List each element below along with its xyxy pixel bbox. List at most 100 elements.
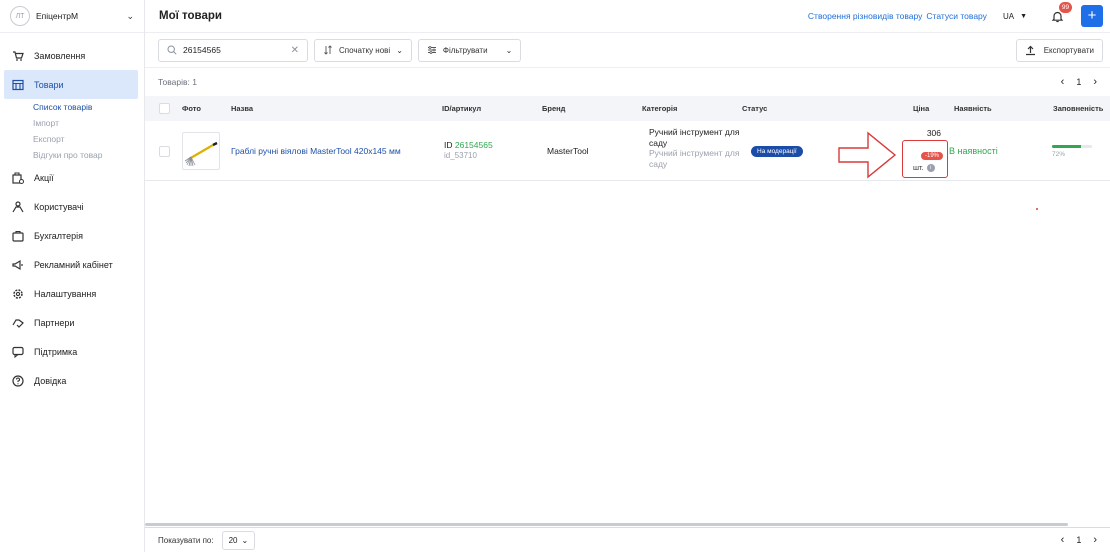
prev-page-icon[interactable]: ‹ — [1061, 534, 1065, 546]
pagination-bottom: ‹ 1 › — [1061, 534, 1097, 546]
chevron-down-icon: ⌄ — [126, 10, 134, 21]
product-id-cell: ID 26154565 id_53710 — [444, 140, 493, 160]
handshake-icon — [12, 317, 24, 329]
highlight-box — [902, 140, 948, 178]
language-selector[interactable]: UA ▼ — [1003, 12, 1027, 21]
column-header-status: Статус — [742, 104, 768, 113]
filter-icon — [427, 46, 436, 54]
clear-search-icon[interactable]: ✕ — [291, 45, 299, 56]
completeness-cell: 72% — [1052, 145, 1092, 158]
notifications-button[interactable]: 99 — [1049, 2, 1072, 24]
column-header-price: Ціна — [913, 104, 930, 113]
sidebar-item-label: Бухгалтерія — [34, 230, 83, 241]
sidebar-item-support[interactable]: Підтримка — [0, 337, 144, 366]
product-photo[interactable] — [182, 132, 220, 170]
sidebar-item-label: Товари — [34, 79, 64, 90]
product-brand: MasterTool — [547, 146, 589, 156]
sidebar-item-orders[interactable]: Замовлення — [0, 41, 144, 70]
status-cell: На модерації — [751, 145, 803, 157]
horizontal-scrollbar[interactable] — [145, 523, 1068, 526]
avatar: ЛТ — [10, 6, 30, 26]
next-page-icon[interactable]: › — [1093, 76, 1097, 88]
table-footer: Показувати по: 20 ⌄ ‹ 1 › — [145, 527, 1110, 552]
select-all-checkbox[interactable] — [159, 103, 170, 114]
column-header-name: Назва — [231, 104, 254, 113]
sidebar: ЛТ ЕпіцентрМ ⌄ Замовлення Товари Список … — [0, 0, 145, 552]
sidebar-item-partners[interactable]: Партнери — [0, 308, 144, 337]
filter-dropdown[interactable]: Фільтрувати ⌄ — [417, 38, 522, 62]
sidebar-item-promotions[interactable]: Акції — [0, 163, 144, 192]
chevron-down-icon: ⌄ — [396, 45, 403, 55]
annotation-arrow — [838, 131, 897, 179]
count-row: Товарів: 1 ‹ 1 › — [145, 68, 1110, 96]
sidebar-item-label: Замовлення — [34, 50, 86, 61]
chevron-down-icon: ⌄ — [241, 535, 249, 545]
link-create-variants[interactable]: Створення різновидів товару — [808, 11, 922, 21]
completeness-text: 72% — [1052, 151, 1066, 158]
company-switcher[interactable]: ЛТ ЕпіцентрМ ⌄ — [0, 0, 144, 33]
sort-label: Спочатку нові — [339, 45, 391, 55]
sidebar-item-label: Налаштування — [34, 288, 97, 299]
caret-down-icon: ▼ — [1020, 12, 1027, 20]
search-box: ✕ — [158, 38, 308, 62]
sidebar-item-label: Довідка — [34, 375, 67, 386]
sidebar-item-help[interactable]: Довідка — [0, 366, 144, 395]
promo-icon — [12, 171, 24, 184]
prev-page-icon[interactable]: ‹ — [1061, 76, 1065, 88]
submenu-product-list[interactable]: Список товарів — [33, 99, 144, 115]
table-header: Фото Назва ID/артикул Бренд Категорія Ст… — [145, 96, 1110, 121]
sidebar-item-label: Користувачі — [34, 201, 84, 212]
page-title: Мої товари — [159, 10, 222, 22]
toolbar: ✕ Спочатку нові ⌄ Фільтрувати ⌄ Експорту… — [145, 33, 1110, 68]
sidebar-item-settings[interactable]: Налаштування — [0, 279, 144, 308]
sidebar-item-ads[interactable]: Рекламний кабінет — [0, 250, 144, 279]
sidebar-nav: Замовлення Товари Список товарів Імпорт … — [0, 41, 144, 395]
table-row[interactable]: Граблі ручні віялові MasterTool 420х145 … — [145, 121, 1110, 181]
pagination-top: ‹ 1 › — [1061, 76, 1097, 88]
product-count: Товарів: 1 — [158, 77, 197, 87]
sidebar-item-label: Підтримка — [34, 346, 78, 357]
stray-dot — [1036, 208, 1038, 210]
sort-icon — [324, 45, 332, 55]
sort-dropdown[interactable]: Спочатку нові ⌄ — [314, 38, 412, 62]
chat-icon — [12, 346, 24, 358]
submenu-reviews[interactable]: Відгуки про товар — [33, 147, 144, 163]
status-badge: На модерації — [751, 146, 803, 157]
search-icon — [167, 45, 177, 55]
column-header-photo: Фото — [182, 104, 201, 113]
products-icon — [12, 79, 24, 91]
column-header-availability: Наявність — [954, 104, 992, 113]
sidebar-item-users[interactable]: Користувачі — [0, 192, 144, 221]
sidebar-item-products[interactable]: Товари — [4, 70, 138, 99]
current-page[interactable]: 1 — [1076, 535, 1081, 545]
cart-icon — [12, 50, 24, 62]
export-button[interactable]: Експортувати — [1015, 38, 1103, 62]
per-page-label: Показувати по: — [158, 535, 214, 545]
search-input[interactable] — [183, 45, 283, 55]
current-page[interactable]: 1 — [1076, 77, 1081, 87]
company-name: ЕпіцентрМ — [36, 11, 79, 21]
column-header-completeness: Заповненість — [1053, 104, 1104, 113]
link-product-statuses[interactable]: Статуси товару — [926, 11, 987, 21]
add-product-button[interactable]: + — [1081, 5, 1103, 27]
submenu-export[interactable]: Експорт — [33, 131, 144, 147]
submenu-import[interactable]: Імпорт — [33, 115, 144, 131]
megaphone-icon — [12, 259, 24, 271]
column-header-category: Категорія — [642, 104, 678, 113]
product-name-link[interactable]: Граблі ручні віялові MasterTool 420х145 … — [231, 146, 401, 156]
sidebar-item-label: Акції — [34, 172, 54, 183]
products-submenu: Список товарів Імпорт Експорт Відгуки пр… — [0, 99, 144, 163]
next-page-icon[interactable]: › — [1093, 534, 1097, 546]
product-category-sub: Ручний інструмент для саду — [649, 148, 740, 169]
accounting-icon — [12, 230, 24, 242]
users-icon — [12, 200, 24, 213]
column-header-id: ID/артикул — [442, 104, 482, 113]
per-page-select[interactable]: 20 ⌄ — [221, 530, 256, 550]
upload-icon — [1025, 45, 1035, 55]
gear-icon — [12, 288, 24, 300]
product-id[interactable]: 26154565 — [455, 140, 493, 150]
chevron-down-icon: ⌄ — [505, 45, 513, 55]
language-value: UA — [1002, 11, 1015, 21]
sidebar-item-accounting[interactable]: Бухгалтерія — [0, 221, 144, 250]
row-checkbox[interactable] — [159, 146, 170, 157]
